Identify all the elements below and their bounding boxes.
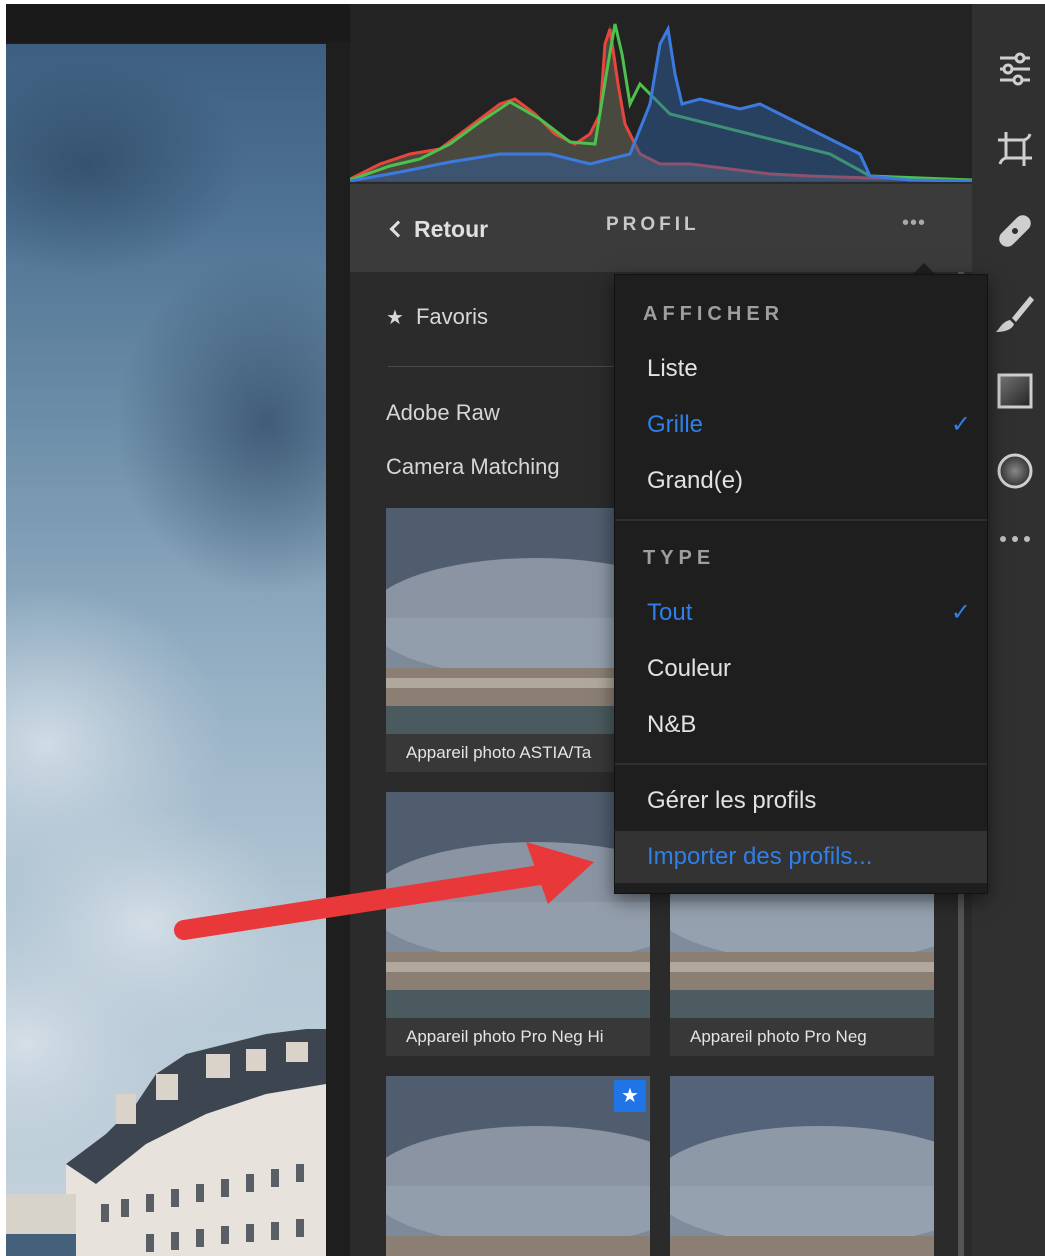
menu-section-type: TYPE [643,547,716,569]
menu-item-large[interactable]: Grand(e) [615,455,987,507]
more-icon[interactable] [990,514,1040,564]
crop-icon[interactable] [990,124,1040,174]
thumbnail-image [386,508,650,734]
menu-item-label: Couleur [647,655,732,682]
star-icon: ★ [386,306,404,329]
favorites-label: Favoris [415,304,489,329]
canvas-top-bar [6,4,350,42]
menu-section-display: AFFICHER [643,303,785,325]
menu-item-import-profiles[interactable]: Importer des profils... [615,831,987,883]
back-button[interactable]: Retour [386,214,488,244]
menu-divider [615,519,987,521]
panel-title: PROFIL [606,214,700,235]
brush-icon[interactable] [990,288,1040,338]
menu-item-color[interactable]: Couleur [615,643,987,695]
menu-item-label: Tout [647,599,693,626]
thumbnail-caption: Appareil photo ASTIA/Ta [386,734,650,772]
profile-thumbnail[interactable]: Appareil photo Pro Neg Hi [386,792,650,1056]
menu-item-bw[interactable]: N&B [615,699,987,751]
menu-item-label: Grille [647,411,704,438]
profile-header: Retour PROFIL ••• [350,184,972,272]
thumbnail-image [386,792,650,1018]
thumbnail-image [386,1076,650,1256]
divider [388,366,620,367]
checkmark-icon: ✓ [950,599,971,626]
favorites-group[interactable]: ★ Favoris [386,304,488,330]
radial-filter-icon[interactable] [990,446,1040,496]
menu-divider [615,763,987,765]
checkmark-icon: ✓ [950,411,971,438]
profile-thumbnail[interactable]: ★ [386,1076,650,1256]
more-options-button[interactable]: ••• [902,213,926,233]
chevron-left-icon [389,220,407,238]
menu-item-label: Liste [647,355,698,382]
photo-preview [6,44,326,1256]
histogram [349,4,973,183]
gradient-icon[interactable] [990,366,1040,416]
thumbnail-caption: Appareil photo Pro Neg Hi [386,1018,650,1056]
sliders-icon[interactable] [990,44,1040,94]
profile-thumbnail[interactable] [670,1076,934,1256]
menu-item-manage-profiles[interactable]: Gérer les profils [615,775,987,827]
menu-item-all[interactable]: Tout ✓ [615,587,987,639]
menu-item-grid[interactable]: Grille ✓ [615,399,987,451]
thumbnail-caption: Appareil photo Pro Neg [670,1018,934,1056]
menu-item-list[interactable]: Liste [615,343,987,395]
view-options-menu: AFFICHER Liste Grille ✓ Grand(e) TYPE To… [614,274,988,894]
healing-bandage-icon[interactable] [990,206,1040,256]
thumbnail-image [670,1076,934,1256]
menu-item-label: N&B [647,711,697,738]
profile-thumbnail[interactable]: Appareil photo ASTIA/Ta [386,508,650,772]
group-adobe-raw[interactable]: Adobe Raw [386,400,500,426]
group-camera-matching[interactable]: Camera Matching [386,454,560,480]
menu-item-label: Grand(e) [647,467,744,494]
photo-canvas[interactable] [6,4,350,1256]
favorite-star-icon[interactable]: ★ [614,1080,646,1112]
back-button-label: Retour [414,215,489,242]
